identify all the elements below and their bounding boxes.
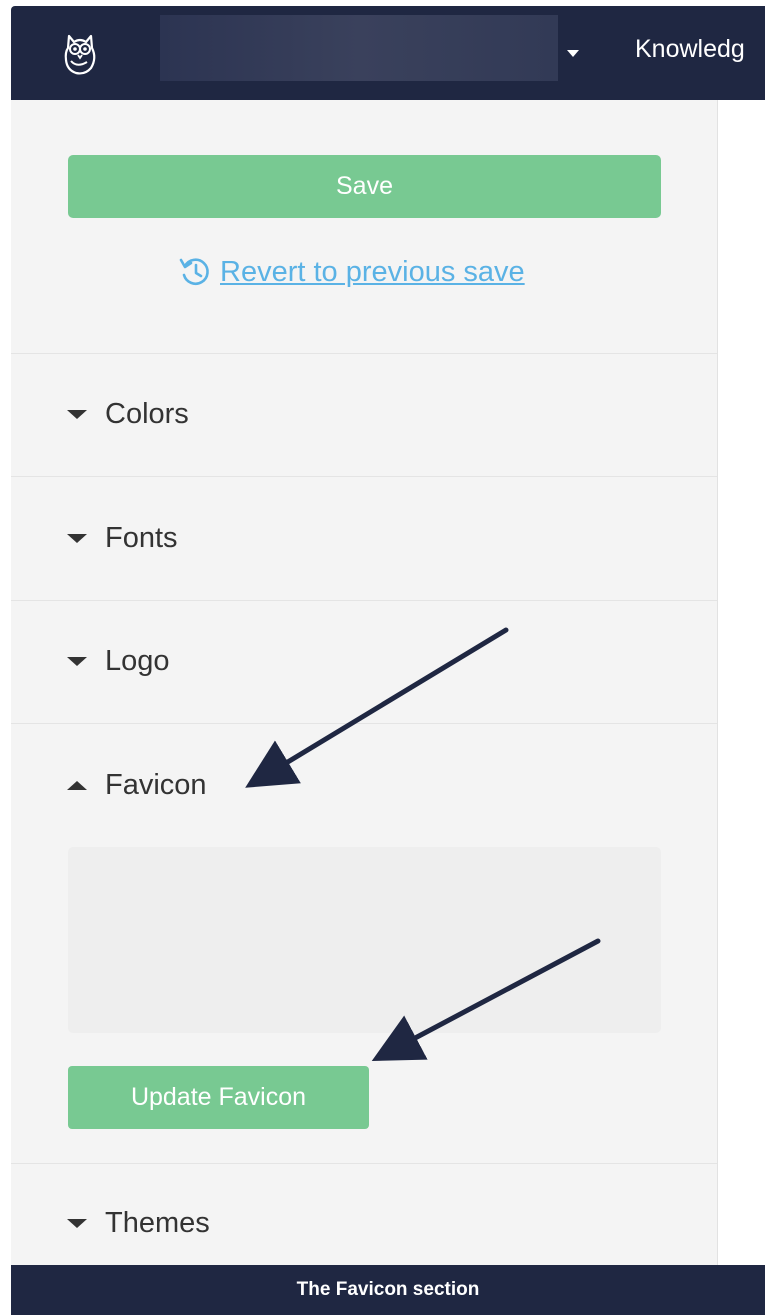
section-fonts-label: Fonts — [105, 522, 178, 554]
history-icon — [179, 258, 209, 285]
section-logo-label: Logo — [105, 645, 170, 677]
caret-down-icon — [67, 657, 87, 666]
section-logo-toggle[interactable]: Logo — [67, 645, 170, 678]
section-colors-toggle[interactable]: Colors — [67, 398, 189, 431]
divider — [11, 723, 717, 724]
divider — [11, 600, 717, 601]
owl-logo-icon[interactable] — [55, 28, 105, 78]
caret-down-icon — [67, 534, 87, 543]
save-button[interactable]: Save — [68, 155, 661, 218]
favicon-preview — [68, 847, 661, 1033]
caret-down-icon[interactable] — [567, 50, 579, 57]
section-fonts-toggle[interactable]: Fonts — [67, 522, 178, 555]
section-colors-label: Colors — [105, 398, 189, 430]
caption-bar: The Favicon section — [11, 1265, 765, 1315]
settings-sidebar-panel: Save Revert to previous save Colors Font… — [11, 100, 718, 1265]
project-select[interactable] — [160, 15, 558, 81]
revert-link[interactable]: Revert to previous save — [178, 254, 525, 290]
section-themes-label: Themes — [105, 1207, 210, 1239]
nav-link-knowledge[interactable]: Knowledg — [635, 35, 745, 64]
section-favicon-toggle[interactable]: Favicon — [67, 769, 207, 802]
divider — [11, 353, 717, 354]
caret-down-icon — [67, 1219, 87, 1228]
caret-up-icon — [67, 781, 87, 790]
divider — [11, 476, 717, 477]
revert-label: Revert to previous save — [220, 255, 525, 288]
caret-down-icon — [67, 410, 87, 419]
section-favicon-label: Favicon — [105, 769, 207, 801]
top-navigation-bar: Knowledg — [11, 6, 765, 100]
section-themes-toggle[interactable]: Themes — [67, 1207, 210, 1240]
update-favicon-button[interactable]: Update Favicon — [68, 1066, 369, 1129]
divider — [11, 1163, 717, 1164]
